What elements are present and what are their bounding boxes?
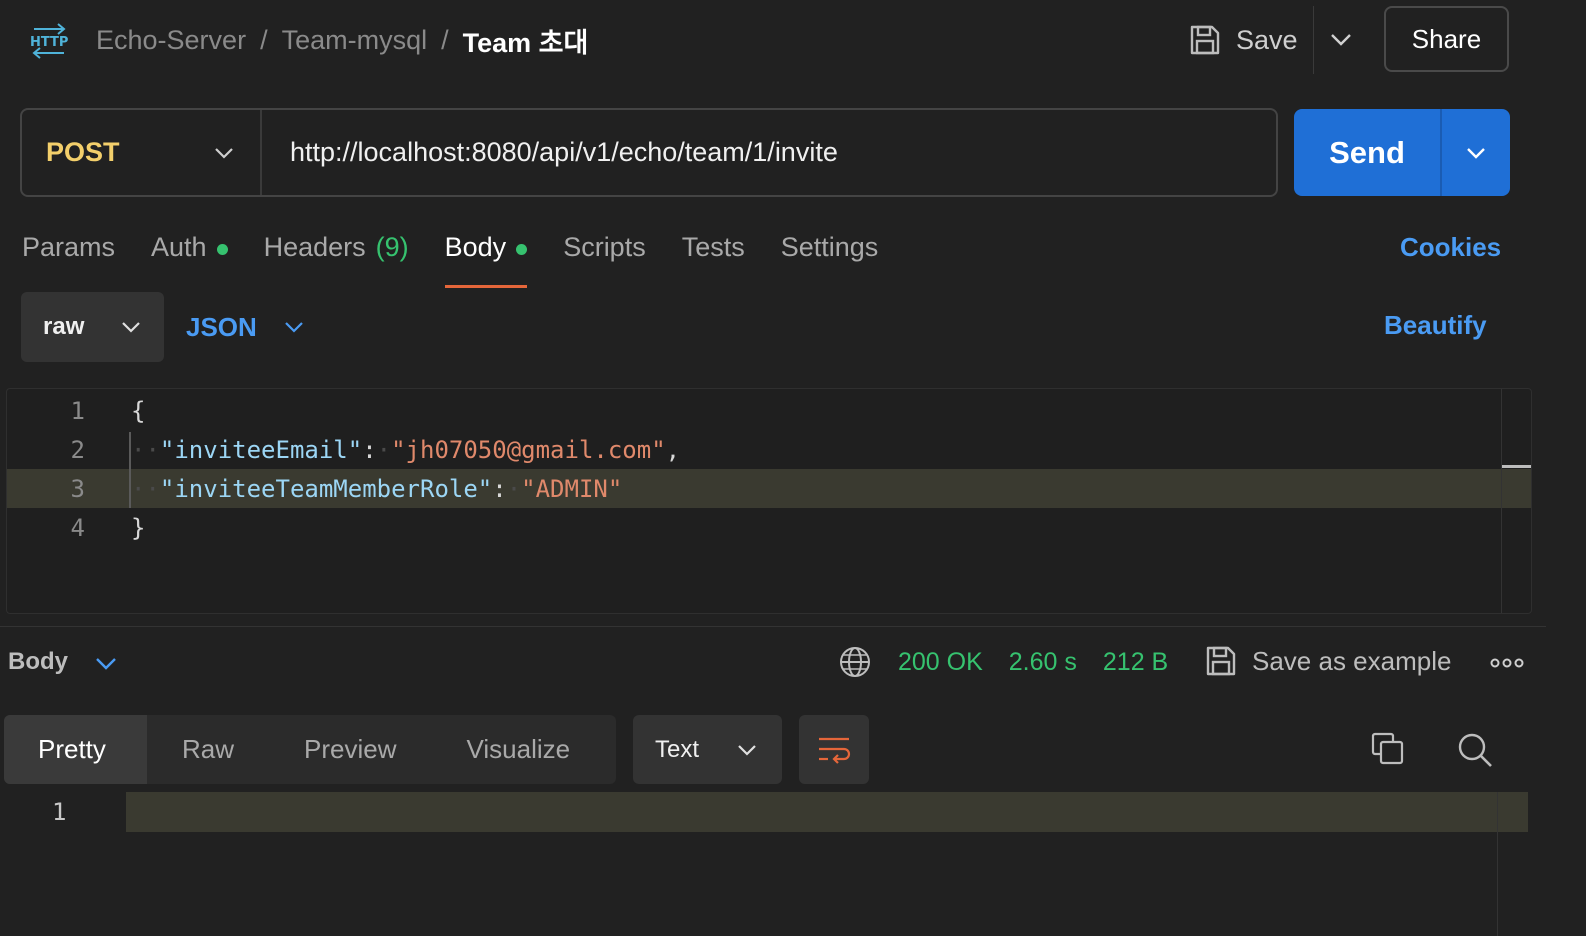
divider	[1313, 6, 1314, 74]
tab-label: Tests	[681, 232, 745, 262]
chevron-down-icon	[215, 147, 233, 159]
language-label: JSON	[186, 311, 257, 342]
tab-preview[interactable]: Preview	[269, 715, 431, 784]
tab-visualize[interactable]: Visualize	[432, 715, 606, 784]
more-options-icon[interactable]	[1490, 656, 1524, 675]
minimap	[1497, 792, 1498, 936]
code-text: ··"inviteeTeamMemberRole":·"ADMIN"	[131, 474, 623, 503]
code-text: ··"inviteeEmail":·"jh07050@gmail.com",	[131, 435, 681, 464]
body-mode-select[interactable]: raw	[21, 292, 164, 362]
copy-icon[interactable]	[1370, 731, 1406, 772]
tab-headers[interactable]: Headers (9)	[264, 228, 409, 288]
save-options-chevron-down-icon[interactable]	[1326, 24, 1356, 54]
language-select[interactable]: JSON	[186, 292, 305, 362]
svg-text:HTTP: HTTP	[30, 35, 68, 50]
format-label: Text	[655, 735, 700, 763]
url-input[interactable]: http://localhost:8080/api/v1/echo/team/1…	[262, 137, 838, 168]
response-size[interactable]: 212 B	[1103, 648, 1168, 677]
code-text: {	[131, 396, 146, 425]
indent-guide	[129, 432, 131, 508]
tab-scripts[interactable]: Scripts	[563, 228, 646, 288]
breadcrumb-separator: /	[260, 24, 268, 55]
url-bar: POST http://localhost:8080/api/v1/echo/t…	[20, 108, 1278, 197]
tab-label: Auth	[151, 232, 207, 262]
line-number: 2	[70, 435, 85, 464]
response-body-label[interactable]: Body	[8, 648, 68, 676]
wrap-lines-icon	[819, 737, 851, 764]
request-body-editor[interactable]: 1 { 2 ··"inviteeEmail":·"jh07050@gmail.c…	[6, 388, 1532, 614]
pane-resize-handle[interactable]	[0, 626, 1546, 627]
chevron-down-icon	[285, 322, 303, 333]
request-tabs: Params Auth Headers (9) Body Scripts Test…	[22, 228, 914, 288]
code-line: 4 }	[7, 508, 1501, 547]
response-time[interactable]: 2.60 s	[1009, 648, 1077, 677]
response-meta: 200 OK 2.60 s 212 B	[898, 648, 1168, 677]
tab-params[interactable]: Params	[22, 228, 115, 288]
response-format-select[interactable]: Text	[633, 715, 782, 784]
breadcrumb: Echo-Server / Team-mysql / Team 초대	[96, 22, 588, 58]
globe-icon[interactable]	[838, 645, 872, 684]
chevron-down-icon[interactable]	[93, 650, 119, 681]
tab-pretty[interactable]: Pretty	[4, 715, 147, 784]
body-mode-label: raw	[43, 313, 85, 340]
share-button[interactable]: Share	[1384, 6, 1509, 72]
save-label: Save	[1236, 24, 1298, 55]
http-icon: HTTP	[28, 20, 70, 60]
tab-body[interactable]: Body	[444, 228, 528, 288]
cookies-link[interactable]: Cookies	[1400, 232, 1501, 263]
response-view-tabs: Pretty Raw Preview Visualize	[4, 715, 616, 784]
save-as-example-label: Save as example	[1252, 645, 1452, 676]
method-label: POST	[46, 137, 120, 167]
code-line: 2 ··"inviteeEmail":·"jh07050@gmail.com",	[7, 430, 1501, 469]
save-icon	[1190, 25, 1220, 55]
headers-count: (9)	[375, 232, 409, 262]
tab-auth[interactable]: Auth	[151, 228, 228, 288]
tab-label: Scripts	[563, 232, 646, 262]
chevron-down-icon	[738, 744, 756, 756]
request-title[interactable]: Team 초대	[463, 21, 589, 60]
beautify-button[interactable]: Beautify	[1384, 310, 1487, 341]
tab-label: Settings	[780, 232, 879, 262]
tab-label: Body	[444, 232, 507, 262]
json-string: "ADMIN"	[521, 474, 623, 503]
json-key: "inviteeTeamMemberRole"	[159, 474, 493, 503]
wrap-lines-button[interactable]	[799, 715, 869, 784]
breadcrumb-separator: /	[441, 24, 449, 55]
send-button[interactable]: Send	[1294, 135, 1440, 171]
line-number: 1	[70, 396, 85, 425]
status-dot	[216, 244, 228, 255]
tab-tests[interactable]: Tests	[682, 228, 745, 288]
chevron-down-icon	[122, 322, 140, 333]
code-line-active: 3 ··"inviteeTeamMemberRole":·"ADMIN"	[7, 469, 1531, 508]
minimap	[1501, 389, 1502, 613]
code-line-active	[126, 792, 1528, 832]
search-icon[interactable]	[1456, 731, 1494, 774]
line-number: 1	[52, 798, 67, 826]
response-body-editor[interactable]: 1	[0, 792, 1528, 832]
minimap-marker	[1502, 465, 1531, 468]
status-code[interactable]: 200 OK	[898, 648, 983, 677]
tab-settings[interactable]: Settings	[781, 228, 879, 288]
line-number: 4	[70, 513, 85, 542]
line-number: 3	[70, 474, 85, 503]
breadcrumb-collection[interactable]: Echo-Server	[96, 25, 246, 56]
tab-raw[interactable]: Raw	[147, 715, 269, 784]
code-text: }	[131, 513, 146, 542]
json-key: "inviteeEmail"	[159, 435, 363, 464]
save-button[interactable]: Save	[1188, 18, 1298, 62]
method-select[interactable]: POST	[22, 110, 262, 195]
status-dot	[516, 244, 528, 255]
tab-label: Headers	[263, 232, 366, 262]
breadcrumb-folder[interactable]: Team-mysql	[282, 25, 428, 56]
json-string: "jh07050@gmail.com"	[391, 435, 666, 464]
save-icon	[1206, 646, 1236, 676]
send-button-group: Send	[1294, 109, 1510, 196]
save-as-example-button[interactable]: Save as example	[1204, 644, 1451, 678]
code-line: 1 {	[7, 391, 1501, 430]
send-options-chevron-down-icon[interactable]	[1442, 141, 1510, 165]
tab-label: Params	[22, 232, 116, 262]
